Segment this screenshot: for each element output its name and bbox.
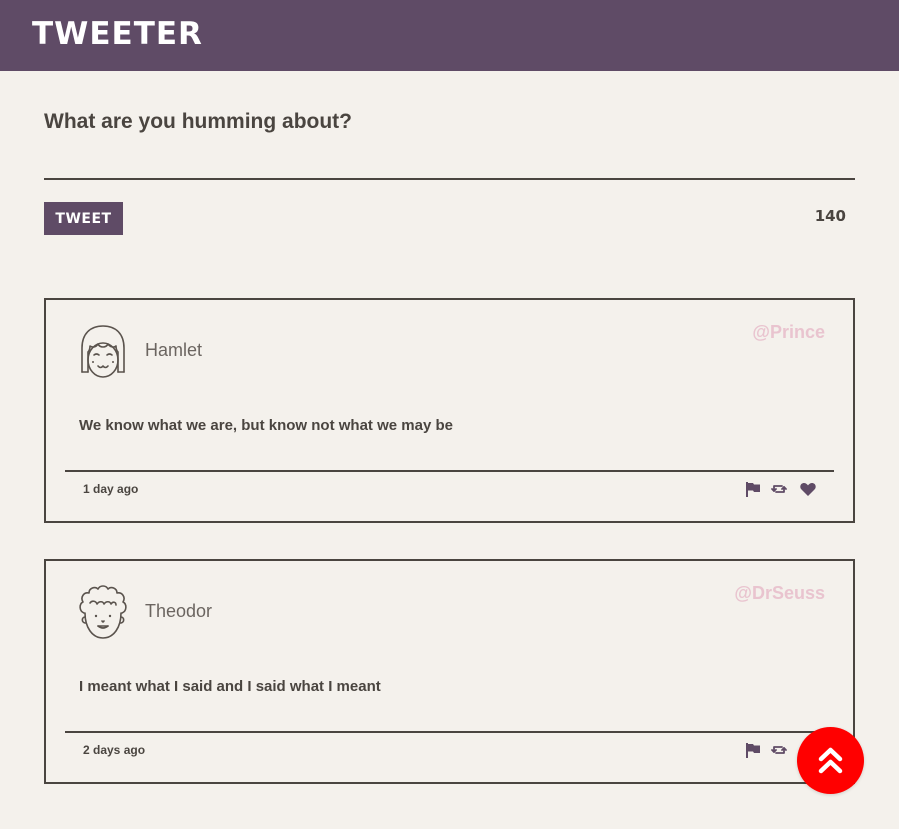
double-chevron-up-icon (818, 747, 843, 774)
flag-icon[interactable] (744, 480, 762, 498)
tweet-author-handle[interactable]: @DrSeuss (734, 583, 825, 604)
scroll-to-top-button[interactable] (797, 727, 864, 794)
tweet-timestamp: 1 day ago (83, 482, 139, 496)
retweet-icon[interactable] (770, 480, 788, 498)
tweet-submit-button[interactable]: TWEET (44, 202, 123, 235)
tweet-text-input[interactable] (44, 144, 855, 180)
girl-avatar-icon (81, 325, 125, 378)
heart-icon[interactable] (799, 480, 817, 498)
tweet-card: Theodor @DrSeuss I meant what I said and… (44, 559, 855, 784)
tweet-author-name: Theodor (145, 601, 213, 621)
tweet-author-name: Hamlet (145, 340, 203, 360)
tweet-divider (65, 731, 834, 733)
tweet-content: We know what we are, but know not what w… (79, 417, 453, 434)
flag-icon[interactable] (744, 741, 762, 759)
compose-title: What are you humming about? (44, 110, 352, 133)
brand-logo[interactable]: TWEETER (32, 14, 203, 54)
tweet-card: Hamlet @Prince We know what we are, but … (44, 298, 855, 523)
curly-hair-avatar-icon (79, 585, 127, 639)
tweet-timestamp: 2 days ago (83, 743, 146, 757)
tweet-divider (65, 470, 834, 472)
navbar: TWEETER (0, 0, 899, 71)
retweet-icon[interactable] (770, 741, 788, 759)
character-counter: 140 (814, 207, 846, 225)
tweet-content: I meant what I said and I said what I me… (79, 678, 381, 695)
tweet-author-handle[interactable]: @Prince (752, 322, 825, 343)
